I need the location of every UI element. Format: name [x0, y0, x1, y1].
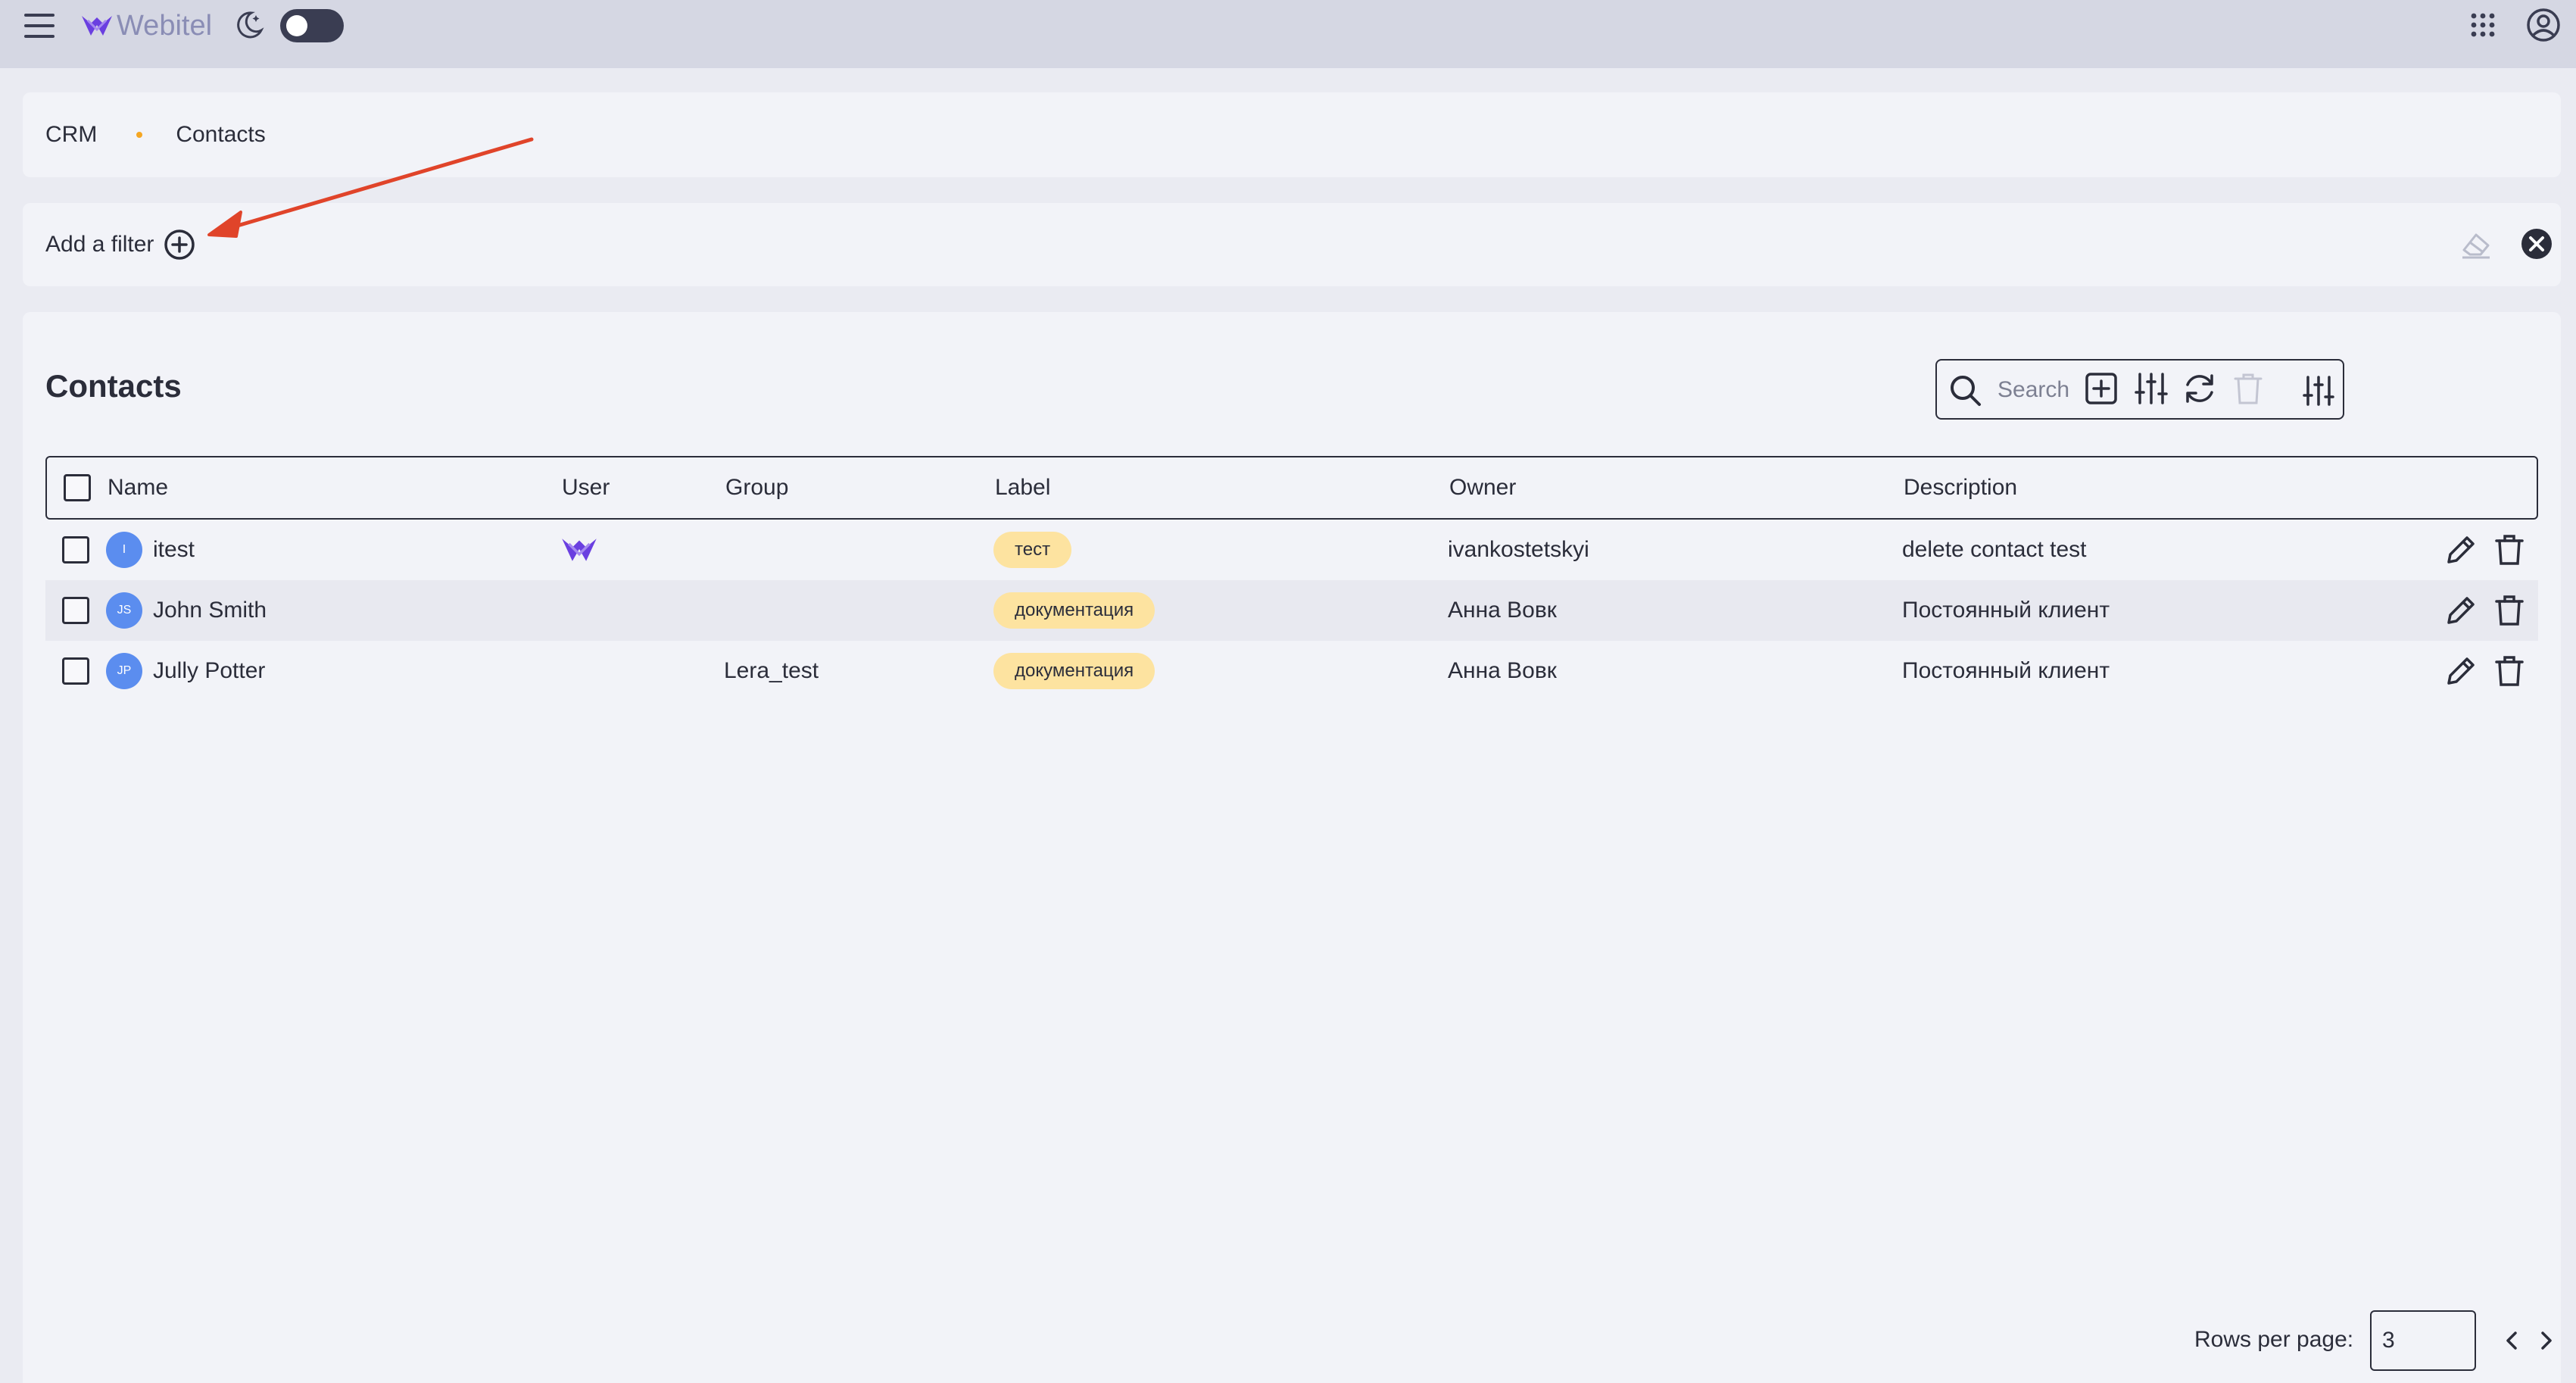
webitel-logo-icon [82, 16, 112, 36]
add-circle-icon[interactable] [163, 228, 196, 261]
breadcrumb-contacts: Contacts [176, 122, 266, 147]
contact-group: Lera_test [724, 658, 819, 683]
delete-icon[interactable] [2491, 532, 2528, 568]
contact-description: delete contact test [1902, 537, 2087, 562]
contact-owner: Анна Вовк [1448, 598, 1557, 623]
webitel-logo-icon [562, 539, 597, 561]
theme-toggle[interactable] [280, 9, 344, 42]
toggle-knob [286, 15, 307, 36]
delete-icon[interactable] [2491, 653, 2528, 689]
column-description[interactable]: Description [1904, 475, 2017, 501]
contacts-panel: Contacts Search Name User Group Label Ow… [23, 312, 2561, 1383]
add-square-icon[interactable] [2082, 370, 2120, 407]
add-filter-label: Add a filter [45, 232, 154, 257]
column-label[interactable]: Label [995, 475, 1050, 501]
contact-name[interactable]: itest [153, 537, 195, 563]
top-bar: Webitel [0, 0, 2576, 68]
eraser-icon[interactable] [2458, 226, 2494, 262]
column-group[interactable]: Group [725, 475, 788, 501]
avatar: JP [106, 653, 142, 689]
label-chip: документация [993, 653, 1155, 689]
row-checkbox[interactable] [62, 657, 89, 685]
avatar: JS [106, 592, 142, 629]
rows-per-page-label: Rows per page: [2194, 1327, 2354, 1352]
row-checkbox[interactable] [62, 536, 89, 564]
sliders-icon[interactable] [2302, 374, 2335, 407]
contact-name[interactable]: John Smith [153, 598, 267, 623]
edit-icon[interactable] [2443, 532, 2479, 568]
contact-description: Постоянный клиент [1902, 658, 2110, 683]
column-user[interactable]: User [562, 475, 610, 501]
rows-per-page-input[interactable] [2370, 1310, 2476, 1371]
close-icon[interactable] [2518, 226, 2555, 262]
delete-icon [2234, 373, 2263, 404]
label-chip: тест [993, 532, 1072, 568]
contact-name[interactable]: Jully Potter [153, 658, 265, 684]
brand-logo[interactable]: Webitel [80, 8, 212, 44]
contact-owner: Анна Вовк [1448, 658, 1557, 683]
apps-grid-icon[interactable] [2470, 12, 2496, 38]
breadcrumb-crm[interactable]: CRM [45, 122, 97, 148]
chevron-left-icon[interactable] [2497, 1325, 2528, 1356]
edit-icon[interactable] [2443, 653, 2479, 689]
contacts-table: Name User Group Label Owner Description … [45, 456, 2538, 701]
breadcrumb-separator [136, 132, 143, 138]
page-title: Contacts [45, 368, 182, 404]
contact-owner: ivankostetskyi [1448, 537, 1589, 562]
select-all-checkbox[interactable] [64, 474, 91, 501]
table-row[interactable]: JS John Smith документация Анна Вовк Пос… [45, 580, 2538, 641]
table-row[interactable]: I itest тест ivankostetskyi delete conta… [45, 520, 2538, 580]
filter-bar: Add a filter [23, 203, 2561, 286]
menu-icon[interactable] [23, 11, 56, 41]
contact-description: Постоянный клиент [1902, 598, 2110, 623]
columns-settings-icon[interactable] [2132, 370, 2170, 407]
refresh-icon[interactable] [2181, 370, 2219, 407]
table-header: Name User Group Label Owner Description [45, 456, 2538, 520]
avatar: I [106, 532, 142, 568]
delete-icon[interactable] [2491, 592, 2528, 629]
column-owner[interactable]: Owner [1449, 475, 1516, 501]
label-chip: документация [993, 592, 1155, 629]
add-filter-button[interactable]: Add a filter [45, 226, 196, 264]
search-icon [1951, 376, 1981, 406]
brand-name: Webitel [117, 9, 213, 42]
breadcrumb: CRM Contacts [23, 92, 2561, 177]
account-icon[interactable] [2526, 8, 2561, 42]
column-name[interactable]: Name [108, 475, 168, 501]
row-checkbox[interactable] [62, 597, 89, 624]
chevron-right-icon[interactable] [2531, 1325, 2561, 1356]
pagination: Rows per page: [2173, 1309, 2552, 1372]
moon-icon [237, 11, 264, 39]
edit-icon[interactable] [2443, 592, 2479, 629]
table-row[interactable]: JP Jully Potter Lera_test документация А… [45, 641, 2538, 701]
